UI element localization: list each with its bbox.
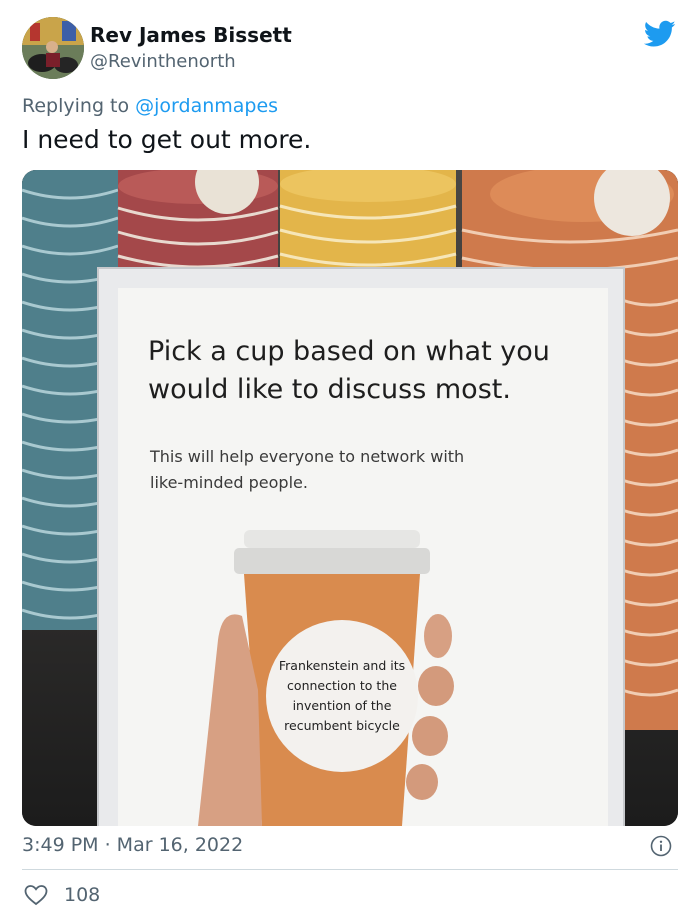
cup-label-line4: recumbent bicycle: [284, 718, 400, 733]
sign-sub-line2: like-minded people.: [150, 473, 308, 492]
sign-heading-line1: Pick a cup based on what you: [148, 336, 550, 367]
author-handle[interactable]: @Revinthenorth: [90, 51, 236, 72]
cup-label-line2: connection to the: [287, 678, 397, 693]
info-icon[interactable]: [650, 835, 672, 857]
illustrated-cup: Frankenstein and its connection to the i…: [234, 530, 430, 826]
tweet-timestamp[interactable]: 3:49 PM · Mar 16, 2022: [22, 834, 243, 856]
heart-icon[interactable]: [24, 884, 48, 906]
cup-label-line3: invention of the: [293, 698, 392, 713]
avatar-image: [22, 17, 84, 79]
sign-sub-line1: This will help everyone to network with: [149, 447, 464, 466]
reply-mention-link[interactable]: @jordanmapes: [135, 95, 278, 117]
twitter-bird-icon[interactable]: [644, 20, 676, 48]
reply-context: Replying to @jordanmapes: [22, 95, 278, 117]
photo-illustration: Pick a cup based on what you would like …: [22, 170, 678, 826]
red-cup-stack: [117, 170, 279, 280]
author-name[interactable]: Rev James Bissett: [90, 23, 292, 47]
tweet-text: I need to get out more.: [22, 125, 312, 154]
yellow-cup-stack: [279, 170, 457, 280]
reply-prefix: Replying to: [22, 95, 136, 117]
sign-heading-line2: would like to discuss most.: [148, 374, 511, 405]
avatar[interactable]: [22, 17, 84, 79]
divider: [22, 869, 678, 870]
like-count[interactable]: 108: [64, 884, 100, 906]
cup-label-line1: Frankenstein and its: [279, 658, 405, 673]
tweet-photo[interactable]: Pick a cup based on what you would like …: [22, 170, 678, 826]
